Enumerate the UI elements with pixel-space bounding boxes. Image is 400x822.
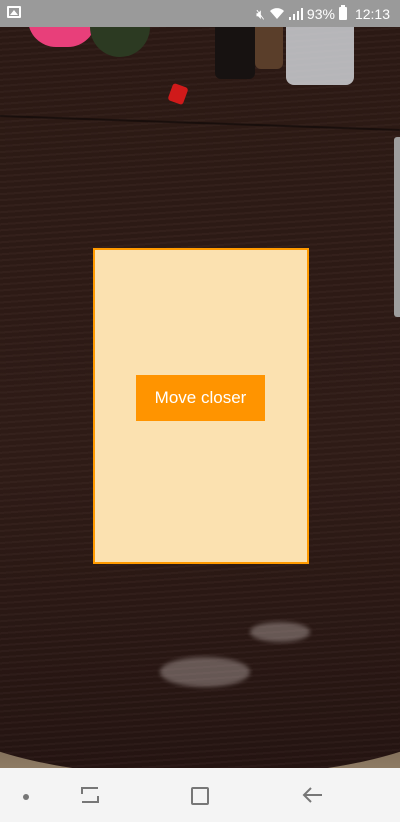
battery-icon: [338, 5, 347, 20]
table-smudge: [250, 622, 310, 642]
home-icon[interactable]: [191, 787, 209, 805]
table-smudge: [160, 657, 250, 687]
water-bottle: [286, 27, 354, 85]
dark-bottle: [215, 27, 255, 79]
battery-percent: 93%: [306, 5, 335, 22]
edge-panel-handle[interactable]: [394, 137, 400, 317]
recents-icon[interactable]: [80, 786, 100, 804]
navigation-bar: [0, 768, 400, 822]
mute-icon: 🔇︎: [256, 5, 265, 22]
wifi-icon: [269, 7, 284, 19]
status-icons: 🔇︎ 93% 12:13: [256, 5, 390, 22]
gallery-icon: [7, 6, 21, 18]
clock: 12:13: [354, 5, 390, 22]
brown-bottle: [255, 27, 283, 69]
back-icon[interactable]: [302, 786, 324, 804]
status-bar: 🔇︎ 93% 12:13: [0, 0, 400, 27]
menu-dot-icon[interactable]: [23, 794, 29, 800]
signal-icon: [288, 7, 303, 20]
move-closer-hint: Move closer: [136, 375, 265, 421]
